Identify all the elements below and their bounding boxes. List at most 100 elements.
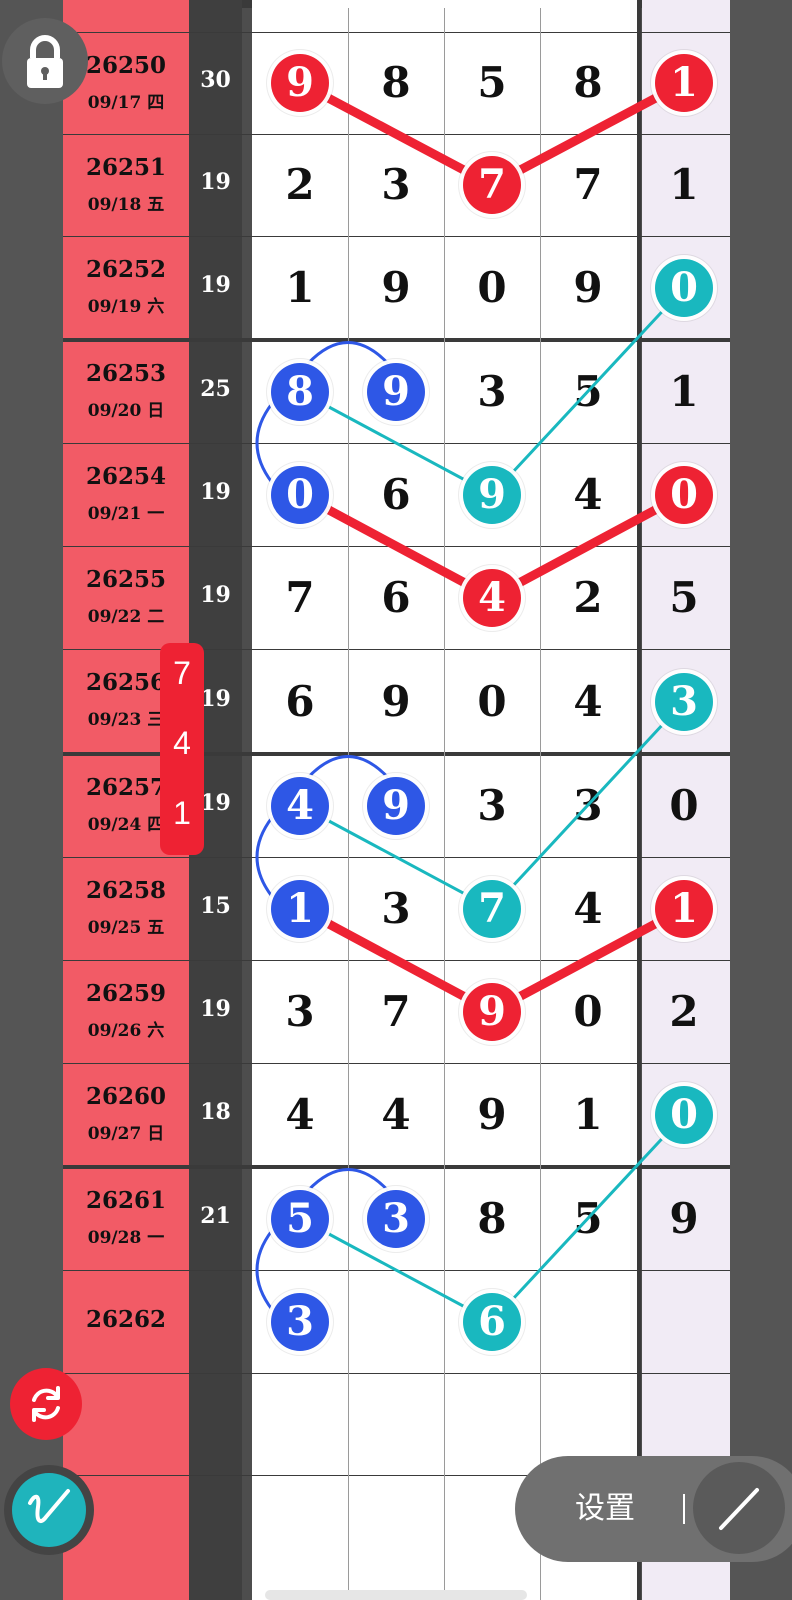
red-highlight-ball: 1 bbox=[655, 54, 713, 112]
blue-highlight-ball: 9 bbox=[367, 776, 425, 835]
refresh-button[interactable] bbox=[10, 1368, 82, 1440]
teal-highlight-ball: 9 bbox=[463, 465, 521, 524]
digit-cell: 3 bbox=[477, 366, 507, 416]
digit-cell: 4 bbox=[285, 1090, 315, 1139]
digit-cell: 0 bbox=[669, 780, 699, 830]
blue-highlight-ball: 5 bbox=[271, 1189, 329, 1248]
issue-number: 26253 bbox=[85, 360, 167, 387]
issue-date: 09/25 五 bbox=[87, 918, 165, 938]
issue-date: 09/20 日 bbox=[87, 401, 165, 421]
red-highlight-ball: 0 bbox=[655, 465, 713, 524]
row-separator bbox=[63, 1063, 730, 1064]
draw-line-button[interactable] bbox=[693, 1462, 785, 1554]
group-separator bbox=[63, 1165, 730, 1169]
issue-date: 09/28 一 bbox=[87, 1228, 165, 1248]
digit-cell: 3 bbox=[477, 780, 507, 830]
blue-highlight-ball: 9 bbox=[367, 362, 425, 421]
digit-sum: 21 bbox=[200, 1202, 231, 1229]
red-highlight-ball: 9 bbox=[463, 982, 521, 1041]
digit-cell: 6 bbox=[381, 469, 411, 519]
digit-sum: 30 bbox=[200, 67, 231, 93]
column-separator bbox=[540, 8, 541, 1600]
teal-highlight-ball: 6 bbox=[463, 1292, 521, 1351]
left-gutter bbox=[0, 0, 63, 1600]
digit-cell: 3 bbox=[573, 780, 603, 830]
blue-highlight-ball: 4 bbox=[271, 776, 329, 835]
digit-cell: 3 bbox=[285, 986, 315, 1036]
digit-cell: 8 bbox=[573, 58, 603, 107]
digit-cell: 9 bbox=[381, 263, 411, 312]
group-separator bbox=[63, 338, 730, 342]
digit-cell: 9 bbox=[573, 263, 603, 312]
pen-button[interactable] bbox=[4, 1465, 94, 1555]
digit-sum: 25 bbox=[200, 375, 231, 402]
teal-highlight-ball: 3 bbox=[655, 672, 713, 731]
lock-icon bbox=[27, 35, 63, 88]
digit-cell: 1 bbox=[669, 160, 699, 209]
issue-date: 09/18 五 bbox=[87, 195, 165, 215]
blue-highlight-ball: 8 bbox=[271, 362, 329, 421]
digit-cell: 4 bbox=[573, 883, 603, 933]
pen-button-face bbox=[12, 1473, 86, 1547]
toolbar-divider bbox=[683, 1494, 685, 1524]
issue-number: 26262 bbox=[85, 1305, 167, 1333]
issue-date: 09/19 六 bbox=[87, 297, 165, 317]
badge-digit-2: 4 bbox=[173, 725, 191, 761]
row-separator bbox=[63, 546, 730, 547]
issue-date: 09/22 二 bbox=[87, 607, 165, 627]
digit-cell: 4 bbox=[381, 1090, 411, 1139]
issue-number: 26251 bbox=[85, 154, 167, 181]
digit-cell: 0 bbox=[573, 986, 603, 1036]
home-indicator bbox=[265, 1590, 527, 1600]
digit-cell: 7 bbox=[381, 986, 411, 1036]
digit-cell: 1 bbox=[669, 366, 699, 416]
issue-number: 26259 bbox=[85, 980, 167, 1007]
badge-digit-1: 7 bbox=[173, 655, 191, 691]
digit-cell: 2 bbox=[573, 572, 603, 622]
issue-number: 26255 bbox=[85, 566, 167, 593]
blue-highlight-ball: 0 bbox=[271, 465, 329, 524]
blue-highlight-ball: 1 bbox=[271, 879, 329, 938]
digit-cell: 1 bbox=[573, 1090, 603, 1139]
digit-cell: 2 bbox=[285, 160, 315, 209]
lock-button[interactable] bbox=[2, 18, 88, 104]
digit-cell: 3 bbox=[381, 160, 411, 209]
digit-cell: 2 bbox=[669, 986, 699, 1036]
column-separator bbox=[348, 8, 349, 1600]
digit-cell: 7 bbox=[573, 160, 603, 209]
digit-cell: 5 bbox=[669, 572, 699, 622]
last-column-separator bbox=[637, 8, 641, 1600]
digit-cell: 5 bbox=[477, 58, 507, 107]
digit-cell: 4 bbox=[573, 469, 603, 519]
digit-cell: 8 bbox=[381, 58, 411, 107]
issue-number: 26261 bbox=[85, 1187, 167, 1214]
trend-chart-screen: 26250 09/17 四 30 8 5 8 26251 09/18 五 19 2 3 7 1 26252… bbox=[0, 0, 792, 1600]
digit-sum: 19 bbox=[200, 478, 231, 505]
issue-number: 26260 bbox=[85, 1083, 167, 1110]
blue-highlight-ball: 3 bbox=[367, 1189, 425, 1248]
row-separator bbox=[63, 443, 730, 444]
digit-cell: 9 bbox=[381, 676, 411, 726]
selected-digits-badge[interactable]: 7 4 1 bbox=[160, 643, 204, 855]
row-separator bbox=[63, 32, 730, 33]
digit-sum: 15 bbox=[200, 892, 231, 919]
line-draw-icon bbox=[719, 1488, 759, 1530]
red-highlight-ball: 9 bbox=[271, 54, 329, 112]
issue-number: 26258 bbox=[85, 877, 167, 904]
digit-cell: 0 bbox=[477, 263, 507, 312]
digit-cell: 8 bbox=[477, 1193, 507, 1243]
digit-cell: 5 bbox=[573, 366, 603, 416]
issue-date: 09/26 六 bbox=[87, 1021, 165, 1041]
issue-number: 26254 bbox=[85, 463, 167, 490]
column-separator bbox=[444, 8, 445, 1600]
row-separator bbox=[63, 236, 730, 237]
teal-highlight-ball: 7 bbox=[463, 879, 521, 938]
settings-button[interactable]: 设置 bbox=[575, 1486, 655, 1532]
pen-icon bbox=[28, 1489, 70, 1524]
right-gutter bbox=[730, 0, 792, 1600]
digit-cell: 1 bbox=[285, 263, 315, 312]
digit-cell: 6 bbox=[285, 676, 315, 726]
row-separator bbox=[63, 960, 730, 961]
digit-sum: 19 bbox=[200, 995, 231, 1022]
row-separator bbox=[63, 134, 730, 135]
